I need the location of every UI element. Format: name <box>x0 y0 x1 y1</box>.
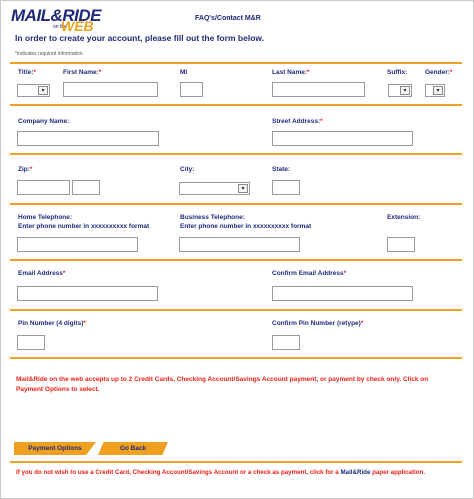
suffix-label: Suffix: <box>387 69 408 76</box>
confirm-email-label: Confirm Email Address* <box>272 270 347 277</box>
paper-application-link[interactable]: Mail&Ride <box>340 469 370 476</box>
title-label: Title:* <box>18 69 36 76</box>
extension-label: Extension: <box>387 214 421 221</box>
separator <box>10 309 462 311</box>
city-label: City: <box>180 166 195 173</box>
email-label: Email Address* <box>18 270 66 277</box>
gender-select[interactable]: ▾ <box>425 84 445 97</box>
logo-web: WEB <box>61 18 94 34</box>
city-select[interactable]: ▾ <box>179 182 250 195</box>
separator <box>10 153 462 155</box>
confirm-email-input[interactable] <box>272 286 413 301</box>
confirm-pin-label: Confirm Pin Number (retype)* <box>272 320 364 327</box>
state-input[interactable] <box>272 180 300 195</box>
state-label: State: <box>272 166 291 173</box>
chevron-down-icon: ▾ <box>238 184 248 193</box>
home-telephone-input[interactable] <box>17 237 138 252</box>
separator <box>10 357 462 359</box>
email-input[interactable] <box>17 286 158 301</box>
faq-contact-link[interactable]: FAQ's/Contact M&R <box>195 15 261 22</box>
business-telephone-label: Business Telephone: <box>180 214 245 221</box>
chevron-down-icon: ▾ <box>433 86 443 95</box>
business-telephone-input[interactable] <box>179 237 300 252</box>
intro-text: In order to create your account, please … <box>15 33 265 43</box>
mi-label: MI <box>180 69 188 76</box>
go-back-button[interactable]: Go Back <box>98 442 168 455</box>
payment-options-button[interactable]: Payment Options <box>14 442 96 455</box>
gender-label: Gender:* <box>425 69 453 76</box>
separator <box>10 259 462 261</box>
company-name-input[interactable] <box>17 131 159 146</box>
street-address-label: Street Address:* <box>272 118 323 125</box>
pin-input[interactable] <box>17 335 45 350</box>
home-telephone-format: Enter phone number in xxxxxxxxxx format <box>18 223 150 230</box>
company-name-label: Company Name: <box>18 118 70 125</box>
last-name-input[interactable] <box>272 82 365 97</box>
chevron-down-icon: ▾ <box>38 86 48 95</box>
separator <box>10 461 462 463</box>
home-telephone-label: Home Telephone: <box>18 214 73 221</box>
separator <box>10 104 462 106</box>
zip-input[interactable] <box>17 180 70 195</box>
chevron-down-icon: ▾ <box>400 86 410 95</box>
extension-input[interactable] <box>387 237 415 252</box>
required-note: *indicates required information. <box>15 51 84 57</box>
suffix-select[interactable]: ▾ <box>388 84 412 97</box>
zip-extension-input[interactable] <box>72 180 100 195</box>
last-name-label: Last Name:* <box>272 69 310 76</box>
separator <box>10 62 462 64</box>
business-telephone-format: Enter phone number in xxxxxxxxxx format <box>180 223 312 230</box>
title-select[interactable]: ▾ <box>17 84 50 97</box>
zip-label: Zip:* <box>18 166 33 173</box>
confirm-pin-input[interactable] <box>272 335 300 350</box>
street-address-input[interactable] <box>272 131 413 146</box>
first-name-input[interactable] <box>63 82 158 97</box>
first-name-label: First Name:* <box>63 69 102 76</box>
separator <box>10 203 462 205</box>
payment-note: Mail&Ride on the web accepts up to 2 Cre… <box>16 376 429 393</box>
pin-label: Pin Number (4 digits)* <box>18 320 86 327</box>
mi-input[interactable] <box>180 82 203 97</box>
footnote: If you do not wish to use a Credit Card,… <box>16 469 426 476</box>
